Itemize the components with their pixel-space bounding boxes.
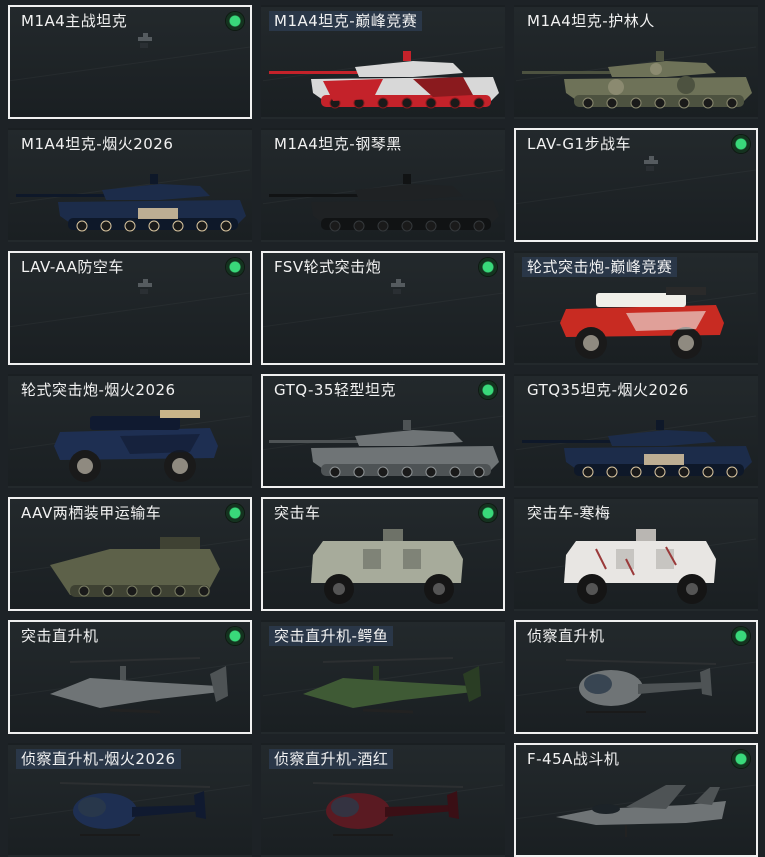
card-background <box>516 41 756 84</box>
vehicle-label: 侦察直升机 <box>527 627 605 645</box>
vehicle-label: AAV两栖装甲运输车 <box>21 504 162 522</box>
card-background <box>10 779 250 822</box>
vehicle-card[interactable]: GTQ-35轻型坦克 <box>261 374 505 488</box>
vehicle-label: M1A4坦克-烟火2026 <box>21 135 174 153</box>
selected-check-icon <box>479 504 497 522</box>
vehicle-card[interactable]: 突击车 <box>261 497 505 611</box>
selected-check-icon <box>226 627 244 645</box>
card-background <box>10 41 250 84</box>
vehicle-label: M1A4坦克-巅峰竞赛 <box>269 11 423 31</box>
vehicle-label: 突击车 <box>274 504 321 522</box>
vehicle-label: 轮式突击炮-烟火2026 <box>21 381 176 399</box>
vehicle-card[interactable]: 突击车-寒梅 <box>514 497 758 611</box>
selected-check-icon <box>732 750 750 768</box>
vehicle-label: 突击车-寒梅 <box>527 504 611 522</box>
selected-check-icon <box>479 258 497 276</box>
selected-check-icon <box>226 12 244 30</box>
vehicle-label: 轮式突击炮-巅峰竞赛 <box>522 257 678 277</box>
vehicle-skin-grid: M1A4主战坦克 M1A4坦克-巅峰竞赛 M1A4坦克-护林人 M1A4坦克-烟火20… <box>0 0 765 857</box>
card-background <box>516 287 756 330</box>
vehicle-card[interactable]: 轮式突击炮-巅峰竞赛 <box>514 251 758 365</box>
vehicle-label: 突击直升机-鳄鱼 <box>269 626 394 646</box>
card-background <box>263 41 503 84</box>
vehicle-card[interactable]: 轮式突击炮-烟火2026 <box>8 374 252 488</box>
vehicle-card[interactable]: F-45A战斗机 <box>514 743 758 857</box>
vehicle-card[interactable]: M1A4坦克-巅峰竞赛 <box>261 5 505 119</box>
vehicle-card[interactable]: M1A4坦克-烟火2026 <box>8 128 252 242</box>
vehicle-label: 侦察直升机-酒红 <box>269 749 394 769</box>
card-background <box>10 533 250 576</box>
vehicle-card[interactable]: M1A4主战坦克 <box>8 5 252 119</box>
vehicle-card[interactable]: FSV轮式突击炮 <box>261 251 505 365</box>
selected-check-icon <box>226 504 244 522</box>
card-background <box>263 287 503 330</box>
vehicle-card[interactable]: LAV-AA防空车 <box>8 251 252 365</box>
card-background <box>516 656 756 699</box>
vehicle-card[interactable]: 突击直升机-鳄鱼 <box>261 620 505 734</box>
vehicle-label: M1A4主战坦克 <box>21 12 128 30</box>
vehicle-card[interactable]: 侦察直升机-烟火2026 <box>8 743 252 857</box>
card-background <box>263 779 503 822</box>
vehicle-card[interactable]: M1A4坦克-护林人 <box>514 5 758 119</box>
card-background <box>10 656 250 699</box>
selected-check-icon <box>732 627 750 645</box>
card-background <box>263 533 503 576</box>
vehicle-label: GTQ35坦克-烟火2026 <box>527 381 689 399</box>
vehicle-card[interactable]: LAV-G1步战车 <box>514 128 758 242</box>
card-background <box>263 410 503 453</box>
selected-check-icon <box>226 258 244 276</box>
card-background <box>263 164 503 207</box>
vehicle-card[interactable]: AAV两栖装甲运输车 <box>8 497 252 611</box>
card-background <box>263 656 503 699</box>
vehicle-label: 突击直升机 <box>21 627 99 645</box>
vehicle-card[interactable]: 侦察直升机-酒红 <box>261 743 505 857</box>
card-background <box>516 164 756 207</box>
card-background <box>516 410 756 453</box>
vehicle-label: LAV-AA防空车 <box>21 258 124 276</box>
vehicle-label: M1A4坦克-钢琴黑 <box>274 135 402 153</box>
card-background <box>10 287 250 330</box>
selected-check-icon <box>732 135 750 153</box>
selected-check-icon <box>479 381 497 399</box>
vehicle-label: F-45A战斗机 <box>527 750 620 768</box>
vehicle-label: GTQ-35轻型坦克 <box>274 381 396 399</box>
card-background <box>10 410 250 453</box>
vehicle-label: 侦察直升机-烟火2026 <box>16 749 181 769</box>
vehicle-label: M1A4坦克-护林人 <box>527 12 655 30</box>
card-background <box>516 779 756 822</box>
vehicle-card[interactable]: 侦察直升机 <box>514 620 758 734</box>
vehicle-card[interactable]: M1A4坦克-钢琴黑 <box>261 128 505 242</box>
card-background <box>516 533 756 576</box>
vehicle-card[interactable]: 突击直升机 <box>8 620 252 734</box>
vehicle-label: FSV轮式突击炮 <box>274 258 382 276</box>
card-background <box>10 164 250 207</box>
vehicle-label: LAV-G1步战车 <box>527 135 632 153</box>
vehicle-card[interactable]: GTQ35坦克-烟火2026 <box>514 374 758 488</box>
